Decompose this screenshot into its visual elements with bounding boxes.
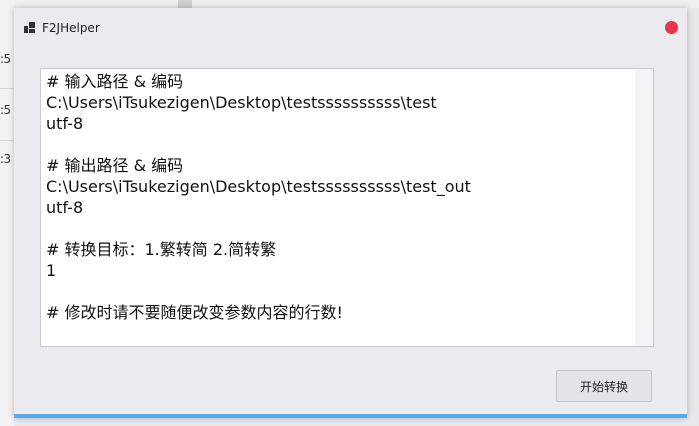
background-scrollbar [178, 0, 192, 8]
window-title: F2JHelper [42, 21, 100, 35]
f2jhelper-window: F2JHelper # 输入路径 & 编码 C:\Users\iTsukezig… [14, 8, 687, 418]
background-time-fragment: :5 [0, 52, 11, 66]
start-convert-button[interactable]: 开始转换 [556, 370, 652, 402]
window-bottom-accent [14, 414, 687, 418]
title-bar[interactable]: F2JHelper [14, 8, 687, 48]
background-divider [0, 88, 14, 89]
app-icon [24, 22, 35, 33]
close-button[interactable] [665, 21, 678, 34]
background-time-fragment: :3 [0, 152, 11, 166]
background-app-top-strip [14, 0, 699, 8]
background-app-left-strip: :5 :5 :3 [0, 0, 14, 426]
config-editor[interactable]: # 输入路径 & 编码 C:\Users\iTsukezigen\Desktop… [40, 68, 654, 347]
background-time-fragment: :5 [0, 103, 11, 117]
background-divider [0, 140, 14, 141]
editor-scrollbar[interactable] [635, 69, 653, 346]
config-text-area[interactable]: # 输入路径 & 编码 C:\Users\iTsukezigen\Desktop… [41, 69, 634, 343]
